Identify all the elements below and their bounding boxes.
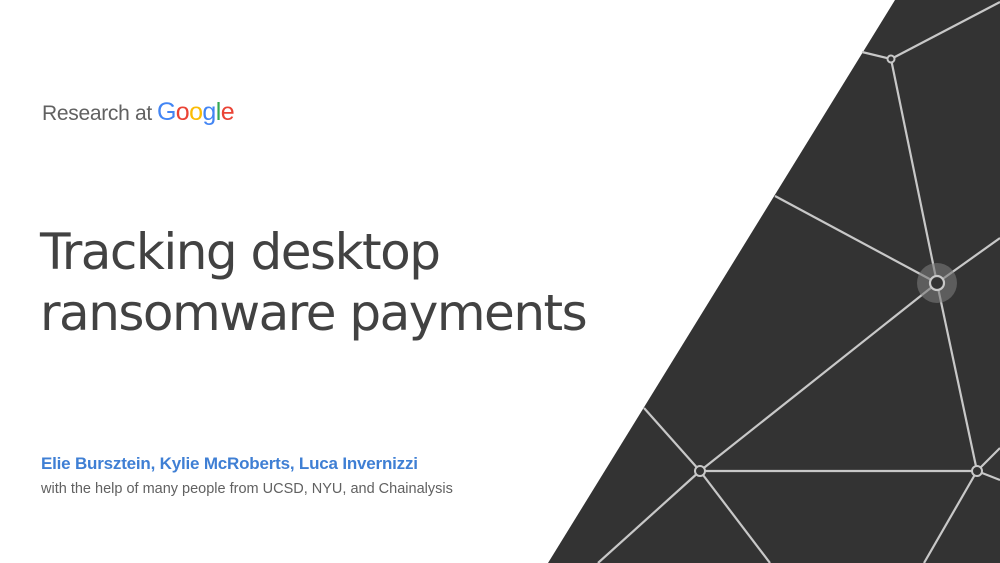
title-slide: Research at Google Tracking desktop rans… xyxy=(0,0,1000,563)
brand-prefix: Research at xyxy=(42,102,152,125)
research-at-google-logo: Research at Google xyxy=(42,98,235,127)
authors-line: Elie Bursztein, Kylie McRoberts, Luca In… xyxy=(41,454,418,473)
google-wordmark: Google xyxy=(156,98,235,127)
network-hub-node xyxy=(928,274,946,292)
google-letter: o xyxy=(189,98,203,126)
credit-line: with the help of many people from UCSD, … xyxy=(41,481,453,497)
slide-title: Tracking desktop ransomware payments xyxy=(40,222,660,344)
network-node xyxy=(694,465,706,477)
title-line-1: Tracking desktop xyxy=(40,223,441,281)
google-letter: G xyxy=(156,98,176,126)
google-letter: e xyxy=(220,98,235,126)
google-letter: g xyxy=(202,98,216,126)
title-line-2: ransomware payments xyxy=(40,284,588,342)
network-node xyxy=(971,465,983,477)
google-letter: o xyxy=(175,98,190,126)
network-node xyxy=(886,54,896,64)
